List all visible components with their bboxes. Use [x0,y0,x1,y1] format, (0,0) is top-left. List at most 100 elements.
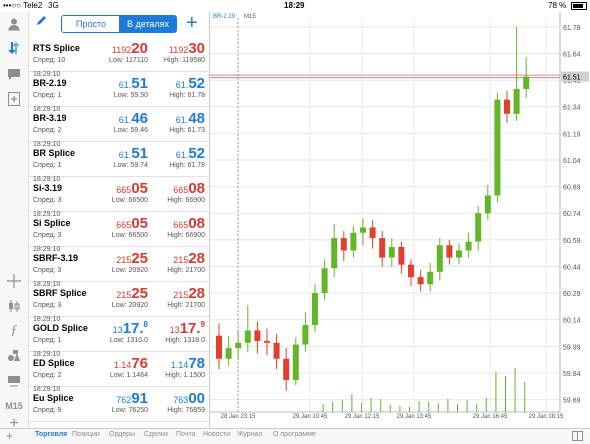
quote-spread: Спред: 3 [33,232,62,239]
quote-time: 18:29:10 [33,141,61,148]
quote-row[interactable]: 18:29:10 SBRF Splice Спред: 3 21525 21528 Low… [29,281,209,317]
candle-body [388,246,395,258]
crosshair-icon[interactable] [4,271,24,291]
quotes-panel: Просто В деталях + RTS Splice Спред: 10 11… [29,12,210,428]
tab-6[interactable]: Журнал [237,431,263,438]
candle-body [436,245,443,272]
quote-low: Low: 117110 [108,57,148,64]
candle-body [283,358,290,381]
quote-high: High: 66900 [167,197,205,204]
candle-body [369,227,376,239]
candle-body [244,330,251,343]
quote-low: Low: 59.50 [113,92,148,99]
add-window-icon[interactable] [4,89,24,109]
quote-ask: 61.52 [175,145,205,162]
chat-icon[interactable] [4,64,24,84]
quote-row[interactable]: 18:29:10 GOLD Splice Спред: 1 1317.8 1317.9 L… [29,316,209,352]
tab-4[interactable]: Почта [176,431,195,438]
price-tick-label: 59.69 [563,398,581,405]
quote-bid: 21525 [116,285,148,302]
tab-simple[interactable]: Просто [61,15,121,33]
quote-spread: Спред: 2 [33,127,62,134]
price-tick-label: 60.89 [563,185,581,192]
price-tick-label: 60.74 [563,211,581,218]
add-symbol-button[interactable]: + [186,12,198,35]
quote-row[interactable]: 18:29:10 BR-3.19 Спред: 2 61.46 61.48 Low: 59… [29,106,209,142]
quote-symbol: ED Splice [33,358,75,368]
bottom-tabbar: Торговля Позиции Ордеры Сделки Почта Новости Ж… [0,428,590,444]
quote-high: High: 61.78 [169,162,205,169]
time-tick-label: 29 Jan 12:15 [345,414,380,420]
quote-time: 18:29:10 [33,71,61,78]
tab-2[interactable]: Ордеры [109,431,135,438]
quote-time: 18:29:10 [33,316,61,323]
quote-bid: 1317.8 [112,320,148,337]
quote-spread: Спред: 3 [33,197,62,204]
trade-icon[interactable] [4,38,24,58]
quote-row[interactable]: 18:29:10 Si Splice Спред: 3 66505 66508 Low: … [29,211,209,247]
add-icon[interactable]: + [6,429,13,443]
candle-body [398,246,405,265]
quote-time: 18:29:10 [33,106,61,113]
quote-row[interactable]: 18:29:10 BR Splice Спред: 1 61.51 61.52 Low: … [29,141,209,177]
candles-icon[interactable] [4,296,24,316]
user-icon[interactable] [4,14,24,34]
quote-row[interactable]: 18:29:10 Si-3.19 Спред: 3 66505 66508 Low: 66… [29,176,209,212]
objects-icon[interactable] [4,346,24,366]
quote-time: 18:29:10 [33,211,61,218]
chart-timeframe-label: M15 [244,14,256,20]
quote-row[interactable]: 18:29:10 BR-2.19 Спред: 1 61.51 61.52 Low: 59… [29,71,209,107]
scroll-icon[interactable] [4,371,24,391]
quote-row[interactable]: 18:29:10 SBRF-3.19 Спред: 3 21525 21528 Low: … [29,246,209,282]
candle-body [302,325,309,345]
quote-symbol: SBRF Splice [33,288,87,298]
quote-time: 18:29:10 [33,351,61,358]
quote-spread: Спред: 10 [33,57,66,64]
quote-bid: 61.46 [118,110,148,127]
price-tick-label: 59.99 [563,344,581,351]
tab-detailed[interactable]: В деталях [119,15,177,33]
candle-body [379,238,386,258]
layout-icon[interactable] [572,431,583,443]
chart-symbol-label: BR-2.19 [213,14,236,20]
quote-bid: 66505 [116,180,148,197]
indicator-icon[interactable]: ƒ [4,321,24,341]
quote-row[interactable]: RTS Splice Спред: 10 119220 119230 Low: 1171… [29,36,209,72]
quote-spread: Спред: 1 [33,162,62,169]
quote-high: High: 119580 [163,57,205,64]
tab-5[interactable]: Новости [203,431,230,438]
quote-low: Low: 1310.0 [109,337,148,344]
price-chart[interactable]: 61.7961.6461.4961.3461.1961.0460.8960.74… [210,12,590,428]
candle-body [513,88,520,114]
quote-ask: 76300 [173,390,205,407]
candle-body [456,250,462,258]
price-tick-label: 61.64 [563,51,581,58]
candle-body [408,264,414,278]
timeframe-button[interactable]: M15 [4,396,24,416]
price-tick-label: 61.04 [563,158,581,165]
quote-ask: 21528 [173,250,205,267]
battery-icon [571,2,587,10]
candle-body [523,76,530,89]
status-bar: •••○○ Tele2 3G 18:29 78 % [0,0,590,12]
tab-7[interactable]: О программе [273,431,316,438]
quote-row[interactable]: 18:29:10 Eu Splice Спред: 9 76291 76300 Low: … [29,386,209,422]
tab-1[interactable]: Позиции [72,431,100,438]
candle-body [465,241,472,251]
candle-body [331,238,338,269]
quote-ask: 1317.9 [169,320,205,337]
quote-symbol: Eu Splice [33,393,74,403]
tab-0[interactable]: Торговля [35,431,67,438]
quote-spread: Спред: 9 [33,407,62,414]
candle-body [360,227,366,233]
quote-symbol: SBRF-3.19 [33,253,79,263]
quote-ask: 61.48 [175,110,205,127]
quote-row[interactable]: 18:29:10 ED Splice Спред: 2 1.1476 1.1478 Low… [29,351,209,387]
candle-body [254,330,261,342]
quote-ask: 1.1478 [170,355,205,372]
tab-3[interactable]: Сделки [144,431,168,438]
edit-icon[interactable] [35,15,47,30]
chart-area[interactable]: 61.79 61.64 61.49 61.34 61.19 61.04 60.89 60.74… [210,12,590,428]
quote-bid: 1.1476 [113,355,148,372]
quote-spread: Спред: 1 [33,337,62,344]
